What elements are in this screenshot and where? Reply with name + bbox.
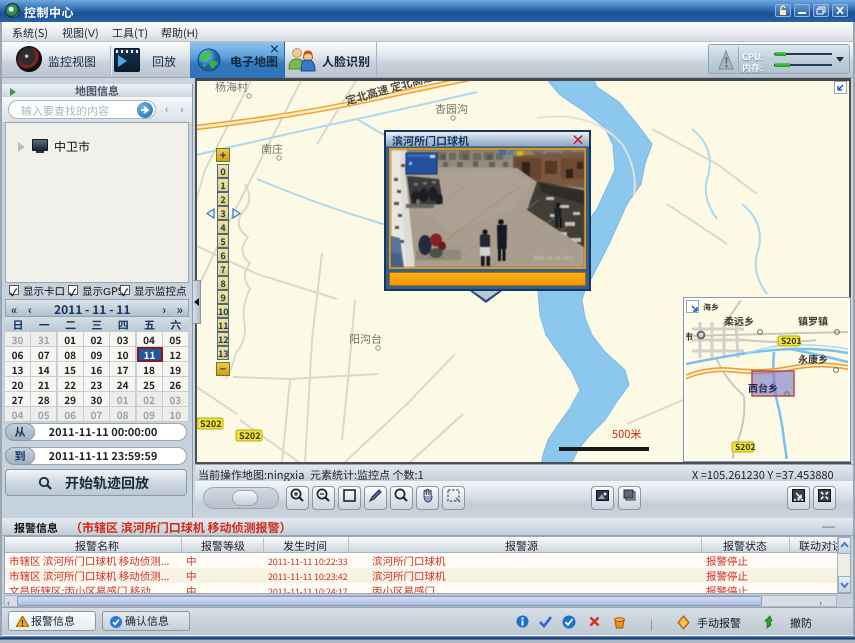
- svg-text:海乡: 海乡: [703, 302, 719, 313]
- svg-text:镇罗镇: 镇罗镇: [798, 313, 828, 328]
- svg-text:S202: S202: [200, 417, 222, 430]
- svg-text:柔远乡: 柔远乡: [724, 313, 754, 328]
- svg-text:!: !: [724, 52, 729, 71]
- svg-text:南庄: 南庄: [261, 141, 283, 157]
- svg-text:S202: S202: [239, 429, 261, 442]
- svg-text:!: !: [21, 618, 24, 627]
- svg-text:S201: S201: [781, 335, 801, 347]
- svg-text:永康乡: 永康乡: [798, 351, 828, 366]
- svg-text:500米: 500米: [612, 426, 641, 442]
- svg-text:西台乡: 西台乡: [748, 380, 778, 395]
- svg-text:阳沟台: 阳沟台: [349, 331, 382, 347]
- svg-text:S202: S202: [735, 441, 755, 453]
- svg-text:市: 市: [686, 330, 693, 343]
- svg-text:杏园沟: 杏园沟: [435, 101, 468, 117]
- svg-text:杨海村: 杨海村: [215, 81, 248, 95]
- svg-text:2011-11-11 10:2: 2011-11-11 10:2: [533, 254, 573, 262]
